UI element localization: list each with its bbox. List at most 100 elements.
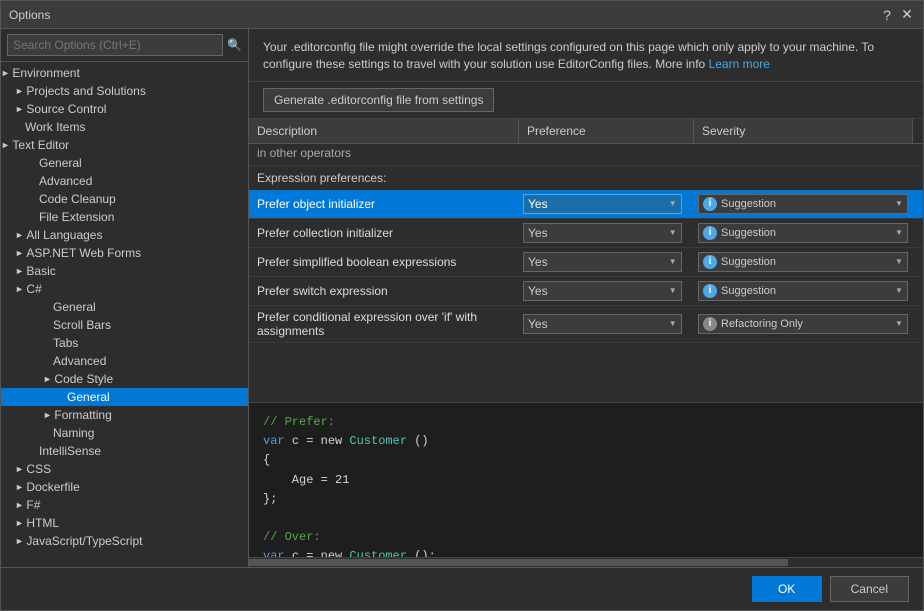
ok-button[interactable]: OK: [752, 576, 822, 602]
tree-item-csharp-codestyle-general[interactable]: General: [1, 388, 248, 406]
tree-label-code-cleanup: Code Cleanup: [39, 192, 116, 206]
tree-item-javascript-typescript[interactable]: ► JavaScript/TypeScript: [1, 532, 248, 550]
help-button[interactable]: ?: [879, 7, 895, 23]
tree-item-aspnet-web-forms[interactable]: ► ASP.NET Web Forms: [1, 244, 248, 262]
code-preview: // Prefer: var c = new Customer () { Age…: [249, 402, 923, 557]
header-description: Description: [249, 119, 519, 143]
info-banner: Your .editorconfig file might override t…: [249, 29, 923, 82]
cell-description-prefer-conditional-expression: Prefer conditional expression over 'if' …: [249, 306, 519, 342]
cell-preference-prefer-collection-initializer: Yes▼: [519, 219, 694, 247]
tree-arrow-dockerfile: ►: [15, 482, 26, 492]
tree-arrow-csharp-formatting: ►: [43, 410, 54, 420]
severity-dropdown-prefer-object-initializer[interactable]: i Suggestion ▼: [698, 194, 908, 214]
tree-item-csharp-tabs[interactable]: Tabs: [1, 334, 248, 352]
cell-preference-prefer-switch-expression: Yes▼: [519, 277, 694, 305]
preference-dropdown-prefer-simplified-boolean[interactable]: Yes▼: [523, 252, 682, 272]
tree-arrow-code-cleanup: [29, 192, 39, 206]
cell-severity-prefer-object-initializer: i Suggestion ▼: [694, 190, 923, 218]
tree-area: ► Environment► Projects and Solutions► S…: [1, 62, 248, 567]
severity-dropdown-prefer-conditional-expression[interactable]: i Refactoring Only ▼: [698, 314, 908, 334]
tree-arrow-html: ►: [15, 518, 26, 528]
tree-arrow-csharp-advanced: [43, 354, 53, 368]
tree-item-csharp-intellisense[interactable]: IntelliSense: [1, 442, 248, 460]
generate-editorconfig-button[interactable]: Generate .editorconfig file from setting…: [263, 88, 494, 112]
tree-arrow-javascript-typescript: ►: [15, 536, 26, 546]
tree-arrow-basic: ►: [15, 266, 26, 276]
severity-dropdown-prefer-switch-expression[interactable]: i Suggestion ▼: [698, 281, 908, 301]
tree-label-csharp-codestyle: Code Style: [54, 372, 113, 386]
tree-item-csharp-codestyle[interactable]: ► Code Style: [1, 370, 248, 388]
tree-arrow-csharp-naming: [43, 426, 53, 440]
code-line-5: };: [263, 490, 909, 509]
tree-label-csharp: C#: [26, 282, 41, 296]
tree-item-fsharp[interactable]: ► F#: [1, 496, 248, 514]
tree-item-environment[interactable]: ► Environment: [1, 64, 248, 82]
table-row-prefer-object-initializer[interactable]: Prefer object initializerYes▼ i Suggesti…: [249, 190, 923, 219]
code-line-8: var c = new Customer ();: [263, 547, 909, 557]
tree-label-csharp-formatting: Formatting: [54, 408, 111, 422]
tree-item-projects-solutions[interactable]: ► Projects and Solutions: [1, 82, 248, 100]
tree-label-advanced: Advanced: [39, 174, 92, 188]
options-dialog: Options ? ✕ 🔍 ► Environment► Projects an…: [0, 0, 924, 611]
tree-item-csharp-advanced[interactable]: Advanced: [1, 352, 248, 370]
tree-item-dockerfile[interactable]: ► Dockerfile: [1, 478, 248, 496]
severity-dropdown-prefer-collection-initializer[interactable]: i Suggestion ▼: [698, 223, 908, 243]
info-text: Your .editorconfig file might override t…: [263, 40, 874, 71]
search-icon[interactable]: 🔍: [227, 38, 242, 52]
tree-arrow-text-editor: ►: [1, 140, 12, 150]
tree-item-all-languages[interactable]: ► All Languages: [1, 226, 248, 244]
preference-dropdown-prefer-switch-expression[interactable]: Yes▼: [523, 281, 682, 301]
truncated-row: in other operators: [249, 144, 923, 166]
tree-label-basic: Basic: [26, 264, 55, 278]
close-button[interactable]: ✕: [899, 7, 915, 23]
tree-label-all-languages: All Languages: [26, 228, 102, 242]
table-row-prefer-collection-initializer[interactable]: Prefer collection initializerYes▼ i Sugg…: [249, 219, 923, 248]
tree-label-csharp-codestyle-general: General: [67, 390, 110, 404]
tree-item-css[interactable]: ► CSS: [1, 460, 248, 478]
dialog-footer: OK Cancel: [1, 567, 923, 610]
tree-arrow-csharp-tabs: [43, 336, 53, 350]
preference-dropdown-prefer-conditional-expression[interactable]: Yes▼: [523, 314, 682, 334]
tree-label-projects-solutions: Projects and Solutions: [26, 84, 145, 98]
tree-item-advanced[interactable]: Advanced: [1, 172, 248, 190]
tree-arrow-csharp-codestyle-general: [57, 390, 67, 404]
tree-label-javascript-typescript: JavaScript/TypeScript: [26, 534, 142, 548]
tree-label-dockerfile: Dockerfile: [26, 480, 79, 494]
code-line-3: {: [263, 451, 909, 470]
preference-dropdown-prefer-object-initializer[interactable]: Yes▼: [523, 194, 682, 214]
tree-label-csharp-scrollbars: Scroll Bars: [53, 318, 111, 332]
tree-item-csharp-naming[interactable]: Naming: [1, 424, 248, 442]
tree-item-basic[interactable]: ► Basic: [1, 262, 248, 280]
tree-item-source-control[interactable]: ► Source Control: [1, 100, 248, 118]
code-line-2: var c = new Customer (): [263, 432, 909, 451]
code-scrollbar[interactable]: [249, 557, 923, 567]
header-severity: Severity: [694, 119, 913, 143]
cell-description-prefer-collection-initializer: Prefer collection initializer: [249, 222, 519, 244]
tree-item-general[interactable]: General: [1, 154, 248, 172]
cancel-button[interactable]: Cancel: [830, 576, 909, 602]
search-input[interactable]: [7, 34, 223, 56]
cell-severity-prefer-collection-initializer: i Suggestion ▼: [694, 219, 923, 247]
table-row-prefer-simplified-boolean[interactable]: Prefer simplified boolean expressionsYes…: [249, 248, 923, 277]
tree-item-csharp-formatting[interactable]: ► Formatting: [1, 406, 248, 424]
learn-more-link[interactable]: Learn more: [709, 57, 770, 71]
tree-label-environment: Environment: [12, 66, 79, 80]
code-line-1: // Prefer:: [263, 413, 909, 432]
tree-item-csharp[interactable]: ► C#: [1, 280, 248, 298]
table-row-prefer-switch-expression[interactable]: Prefer switch expressionYes▼ i Suggestio…: [249, 277, 923, 306]
tree-label-work-items: Work Items: [25, 120, 85, 134]
severity-dropdown-prefer-simplified-boolean[interactable]: i Suggestion ▼: [698, 252, 908, 272]
tree-item-file-extension[interactable]: File Extension: [1, 208, 248, 226]
tree-item-work-items[interactable]: Work Items: [1, 118, 248, 136]
cell-description-prefer-switch-expression: Prefer switch expression: [249, 280, 519, 302]
cell-preference-prefer-conditional-expression: Yes▼: [519, 310, 694, 338]
header-preference: Preference: [519, 119, 694, 143]
preference-dropdown-prefer-collection-initializer[interactable]: Yes▼: [523, 223, 682, 243]
tree-item-csharp-scrollbars[interactable]: Scroll Bars: [1, 316, 248, 334]
tree-item-code-cleanup[interactable]: Code Cleanup: [1, 190, 248, 208]
tree-item-html[interactable]: ► HTML: [1, 514, 248, 532]
table-row-prefer-conditional-expression[interactable]: Prefer conditional expression over 'if' …: [249, 306, 923, 343]
tree-item-text-editor[interactable]: ► Text Editor: [1, 136, 248, 154]
tree-item-csharp-general[interactable]: General: [1, 298, 248, 316]
cell-preference-prefer-simplified-boolean: Yes▼: [519, 248, 694, 276]
